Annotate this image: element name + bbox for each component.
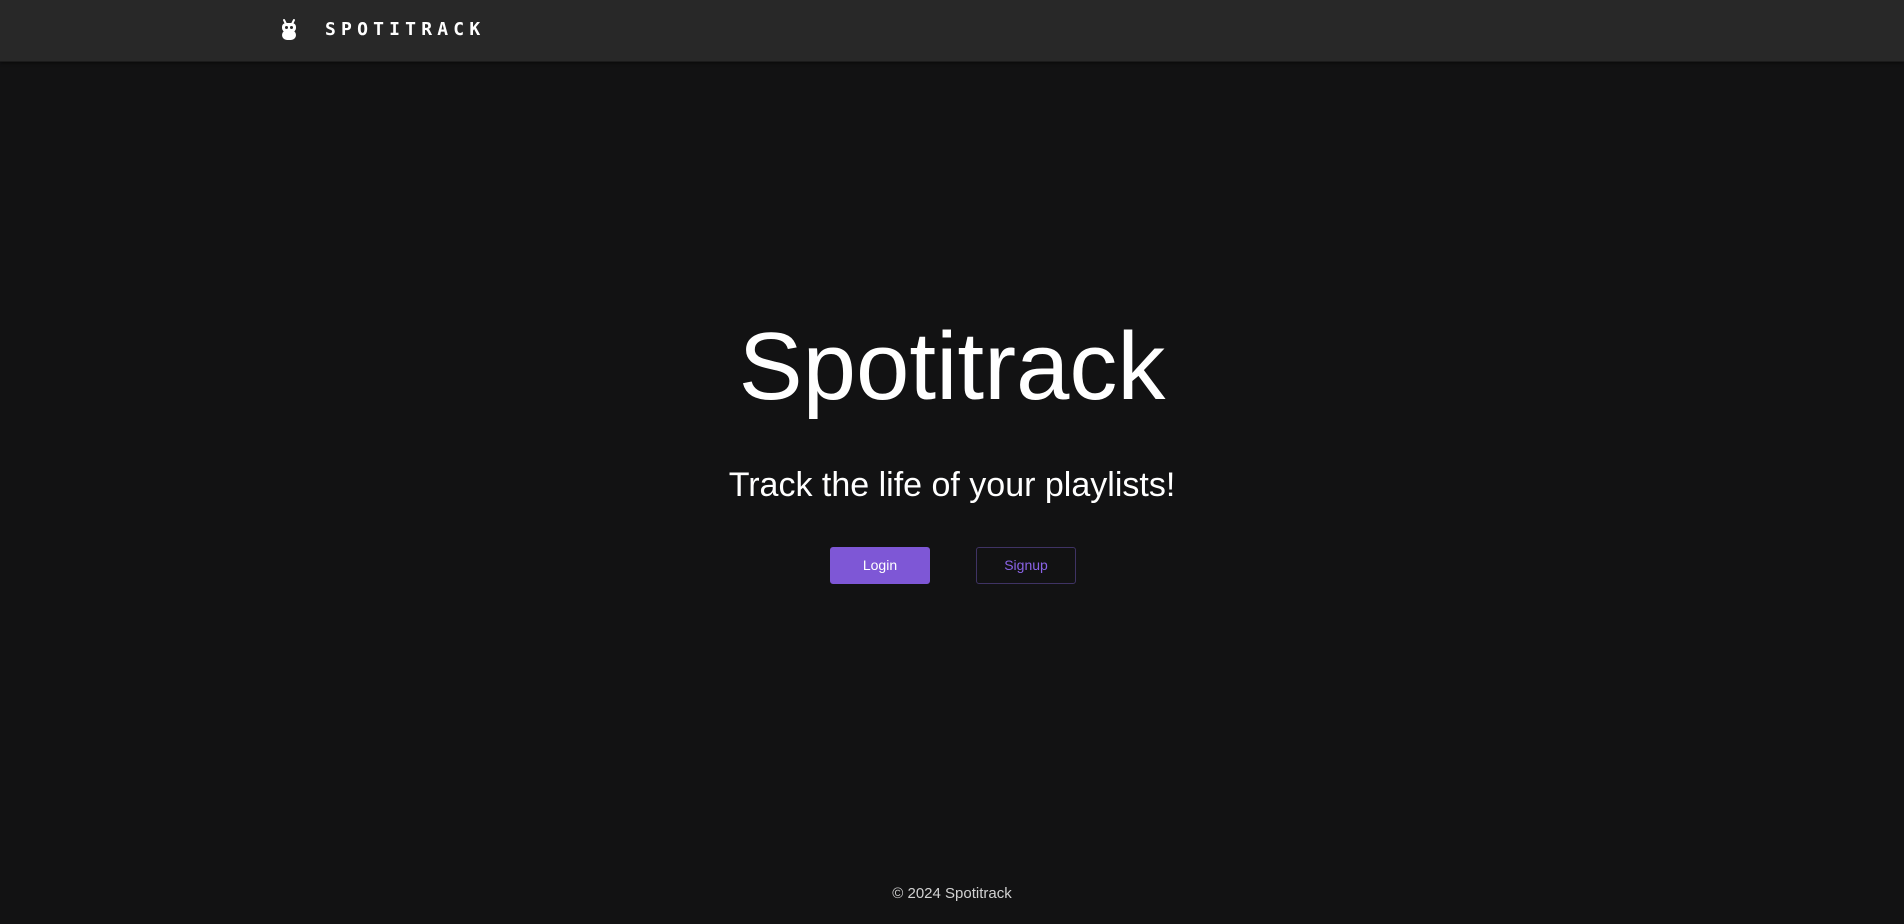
footer-copyright: © 2024 Spotitrack (892, 885, 1012, 902)
hero-title: Spotitrack (738, 313, 1166, 420)
brand-name: SPOTITRACK (325, 19, 486, 40)
hero-subtitle: Track the life of your playlists! (728, 466, 1176, 504)
signup-button[interactable]: Signup (976, 547, 1076, 584)
hero-section: Spotitrack Track the life of your playli… (0, 62, 1904, 862)
top-navbar: SPOTITRACK (0, 0, 1904, 62)
robot-head-icon (279, 18, 299, 42)
login-button[interactable]: Login (830, 547, 930, 584)
brand-link[interactable]: SPOTITRACK (279, 18, 485, 42)
